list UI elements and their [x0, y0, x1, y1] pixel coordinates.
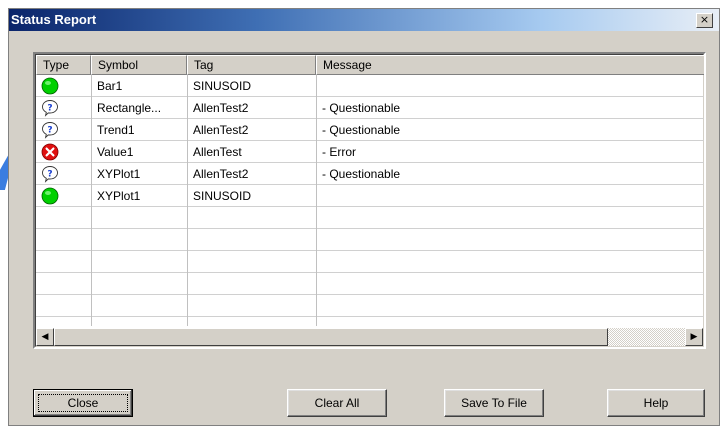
status-report-dialog: Status Report × Type Symbol Tag Message …: [8, 8, 720, 426]
save-to-file-button[interactable]: Save To File: [444, 389, 544, 417]
scroll-right-button[interactable]: ▶: [685, 328, 703, 346]
focus-rect: [38, 394, 128, 412]
symbol-cell: Value1: [97, 145, 134, 159]
svg-text:?: ?: [47, 169, 52, 179]
red-x-circle-icon: [41, 143, 59, 161]
column-gridline: [91, 75, 92, 326]
symbol-cell: Rectangle...: [97, 101, 162, 115]
clear-all-button[interactable]: Clear All: [287, 389, 387, 417]
help-button[interactable]: Help: [607, 389, 705, 417]
column-gridline: [187, 75, 188, 326]
scroll-thumb[interactable]: [54, 328, 608, 346]
symbol-cell: XYPlot1: [97, 167, 141, 181]
tag-cell: AllenTest2: [193, 101, 249, 115]
table-row[interactable]: XYPlot1 SINUSOID: [36, 185, 704, 207]
green-circle-icon: [41, 77, 59, 95]
scroll-left-button[interactable]: ◀: [36, 328, 54, 346]
table-row[interactable]: ? XYPlot1 AllenTest2 - Questionable: [36, 163, 704, 185]
row-gridline: [36, 250, 704, 251]
table-row[interactable]: ? Trend1 AllenTest2 - Questionable: [36, 119, 704, 141]
column-header-symbol[interactable]: Symbol: [91, 55, 187, 75]
tag-cell: SINUSOID: [193, 79, 252, 93]
tag-cell: SINUSOID: [193, 189, 252, 203]
close-button[interactable]: Close: [33, 389, 133, 417]
scroll-track[interactable]: [608, 328, 685, 346]
tag-cell: AllenTest2: [193, 167, 249, 181]
title-bar[interactable]: Status Report ×: [9, 9, 719, 31]
svg-text:?: ?: [47, 125, 52, 135]
row-gridline: [36, 316, 704, 317]
status-list[interactable]: Type Symbol Tag Message Bar1 SINUSOID ? …: [33, 52, 706, 349]
question-bubble-icon: ?: [41, 121, 59, 139]
green-circle-icon: [41, 187, 59, 205]
row-gridline: [36, 272, 704, 273]
tag-cell: AllenTest: [193, 145, 242, 159]
horizontal-scrollbar[interactable]: ◀ ▶: [36, 328, 703, 346]
message-cell: - Questionable: [322, 167, 401, 181]
question-bubble-icon: ?: [41, 99, 59, 117]
list-header: Type Symbol Tag Message: [36, 55, 704, 75]
message-cell: - Questionable: [322, 123, 401, 137]
table-row[interactable]: ? Rectangle... AllenTest2 - Questionable: [36, 97, 704, 119]
column-header-tag[interactable]: Tag: [187, 55, 316, 75]
symbol-cell: Trend1: [97, 123, 135, 137]
row-gridline: [36, 294, 704, 295]
row-gridline: [36, 228, 704, 229]
column-gridline: [316, 75, 317, 326]
window-close-button[interactable]: ×: [696, 13, 713, 28]
column-header-type[interactable]: Type: [36, 55, 91, 75]
svg-text:?: ?: [47, 103, 52, 113]
symbol-cell: XYPlot1: [97, 189, 141, 203]
message-cell: - Questionable: [322, 101, 401, 115]
symbol-cell: Bar1: [97, 79, 123, 93]
tag-cell: AllenTest2: [193, 123, 249, 137]
message-cell: - Error: [322, 145, 356, 159]
window-title: Status Report: [11, 12, 97, 27]
question-bubble-icon: ?: [41, 165, 59, 183]
table-row[interactable]: Bar1 SINUSOID: [36, 75, 704, 97]
column-header-message[interactable]: Message: [316, 55, 704, 75]
table-row[interactable]: Value1 AllenTest - Error: [36, 141, 704, 163]
